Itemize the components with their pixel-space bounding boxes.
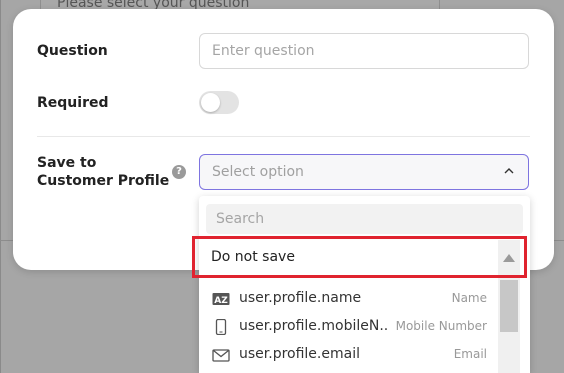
field-type: Name [451,291,487,305]
save-to-profile-select[interactable]: Select option [199,154,529,190]
field-name: user.profile.name [239,290,362,306]
question-input[interactable] [199,33,529,69]
question-label: Question [37,43,108,59]
field-name: user.profile.mobileN... [239,318,389,334]
chevron-up-icon [504,168,514,174]
required-toggle[interactable] [199,91,239,114]
options-dropdown: Do not save AZ user.profile.name Name us… [199,196,530,373]
highlight-annotation-box [192,236,527,278]
mobile-phone-icon [215,319,227,335]
scroll-thumb[interactable] [500,280,518,332]
envelope-icon [212,349,230,362]
toggle-knob [201,93,220,112]
field-type: Email [453,347,487,361]
svg-text:AZ: AZ [214,296,228,306]
option-user-profile-mobile[interactable]: user.profile.mobileN... Mobile Number [199,313,497,341]
option-user-profile-name[interactable]: AZ user.profile.name Name [199,285,497,313]
text-az-icon: AZ [212,293,230,306]
field-type: Mobile Number [395,319,487,333]
section-divider [37,136,530,137]
save-to-profile-label: Save to Customer Profile [37,155,170,189]
required-label: Required [37,95,109,111]
help-icon[interactable]: ? [172,165,186,179]
option-user-profile-email[interactable]: user.profile.email Email [199,341,497,369]
field-name: user.profile.email [239,346,360,362]
dropdown-search-input[interactable] [206,204,523,234]
select-placeholder: Select option [212,164,304,180]
